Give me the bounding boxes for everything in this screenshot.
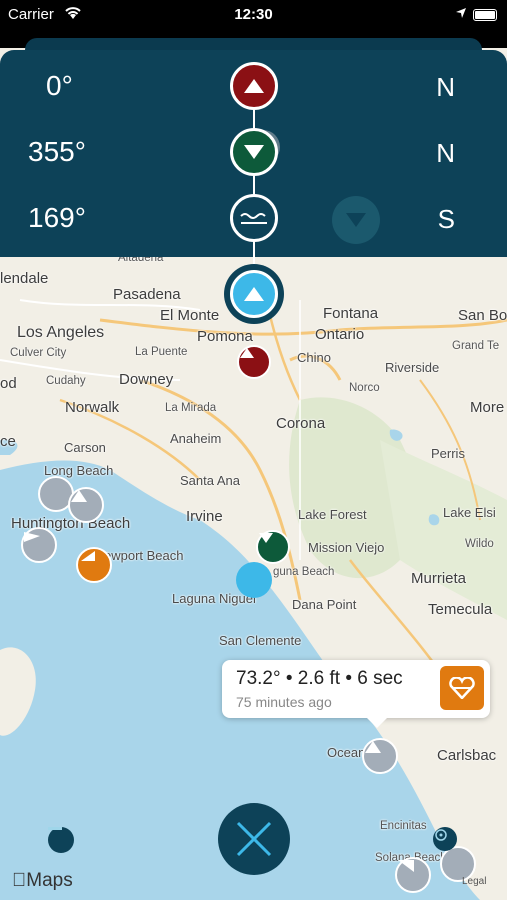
maps-label: Maps — [12, 870, 72, 891]
swell-degrees: 355° — [28, 136, 86, 167]
map-label: San Clemente — [219, 633, 302, 648]
map-label: Pomona — [197, 328, 253, 345]
map-label: Irvine — [186, 508, 223, 525]
ghost-arrow-down-icon — [332, 196, 380, 244]
callout-tail — [367, 718, 387, 728]
swell-marker[interactable] — [256, 530, 290, 564]
map-label: Encinitas — [380, 820, 427, 832]
swell-row[interactable]: 355° N — [0, 126, 507, 186]
map-label: La Puente — [135, 346, 188, 358]
legal-link[interactable]: Legal — [462, 876, 486, 887]
map-label: Los Angeles — [17, 324, 105, 341]
buoy-callout[interactable]: 73.2° • 2.6 ft • 6 sec 75 minutes ago — [222, 660, 490, 728]
map-label: Murrieta — [411, 570, 467, 587]
map-label: od — [0, 375, 17, 392]
buoy-marker[interactable] — [395, 857, 431, 893]
swell-degrees: 169° — [28, 202, 86, 233]
swell-direction: N — [436, 138, 455, 168]
target-marker[interactable] — [433, 827, 457, 851]
close-button[interactable] — [218, 803, 290, 875]
swell-panel: 0° N 355° N 169° S — [0, 50, 507, 280]
wave-icon — [230, 194, 278, 242]
callout-reading: 73.2° • 2.6 ft • 6 sec — [236, 668, 403, 689]
buoy-marker-selected[interactable] — [76, 547, 112, 583]
swell-row[interactable]: 0° N — [0, 60, 507, 120]
clock: 12:30 — [234, 6, 273, 23]
map-label: Carlsbac — [437, 747, 497, 764]
map-label: Grand Te — [452, 340, 500, 352]
map-label: ce — [0, 433, 16, 450]
swell-arrow-up-icon — [230, 270, 278, 318]
map-label: Temecula — [428, 601, 493, 618]
buoy-marker[interactable] — [68, 487, 104, 523]
map-label: Dana Point — [292, 597, 357, 612]
map-label: Downey — [119, 371, 174, 388]
location-arrow-icon — [455, 6, 467, 23]
map-label: Riverside — [385, 360, 440, 375]
map-label: Culver City — [10, 347, 67, 359]
map-label: Norwalk — [65, 399, 120, 416]
map-label: Ontario — [315, 326, 365, 343]
buoy-marker[interactable] — [362, 738, 398, 774]
close-x-icon — [236, 821, 272, 857]
apple-maps-logo: Maps — [12, 870, 73, 892]
swell-direction: N — [436, 72, 455, 102]
map-label: Cudahy — [46, 375, 86, 387]
status-bar: Carrier 12:30 — [0, 0, 507, 30]
small-marker[interactable] — [48, 827, 74, 853]
swell-direction: S — [437, 204, 455, 234]
map-label: Lake Forest — [298, 507, 367, 522]
buoy-marker[interactable] — [21, 527, 57, 563]
swell-arrow-down-icon — [230, 128, 278, 176]
map-label: Wildo — [465, 538, 494, 550]
swell-row[interactable]: 169° S — [0, 192, 507, 252]
map-label: Mission Viejo — [308, 540, 385, 555]
map-label: guna Beach — [273, 566, 335, 578]
map-label: Chino — [297, 350, 331, 365]
selected-spot-marker[interactable] — [224, 264, 284, 324]
map-label: Anaheim — [170, 431, 222, 446]
map-label: La Mirada — [165, 402, 217, 414]
swell-degrees: 0° — [46, 70, 73, 101]
map-label: More — [470, 399, 505, 416]
callout-timestamp: 75 minutes ago — [236, 694, 332, 710]
map-label: Lake Elsi — [443, 505, 496, 520]
battery-icon — [473, 9, 497, 21]
map-label: Norco — [349, 382, 380, 394]
swell-arrow-up-icon — [230, 62, 278, 110]
map-label: Perris — [431, 446, 465, 461]
map-label: Corona — [276, 415, 326, 432]
apple-icon:  — [12, 870, 26, 891]
swell-marker[interactable] — [237, 345, 271, 379]
current-location-marker[interactable] — [236, 562, 272, 598]
map-label: Carson — [64, 440, 106, 455]
heart-icon[interactable] — [440, 666, 484, 710]
map-label: Santa Ana — [180, 473, 240, 488]
map-label: ewport Beach — [104, 548, 184, 563]
